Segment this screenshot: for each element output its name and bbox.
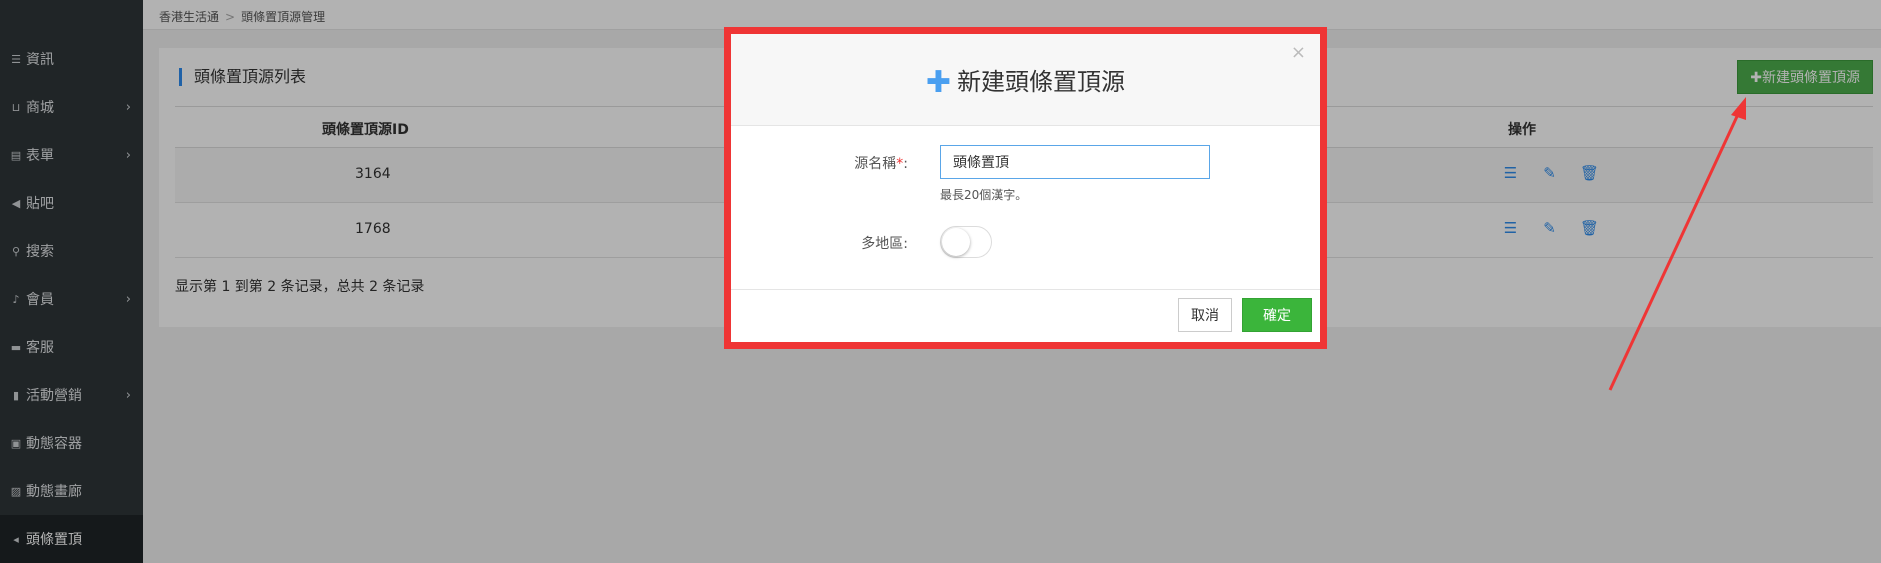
modal-header: ✚ 新建頭條置頂源 × (731, 34, 1320, 126)
modal-title-text: 新建頭條置頂源 (957, 68, 1126, 96)
close-icon[interactable]: × (1291, 42, 1306, 63)
cancel-button[interactable]: 取消 (1178, 298, 1232, 332)
toggle-knob (942, 228, 970, 256)
modal-title: ✚ 新建頭條置頂源 (731, 62, 1320, 100)
new-source-modal: ✚新建頭條置頂源 × 源名稱*: 最長20個漢字。 多地區: 取消 確定 (724, 27, 1327, 349)
source-name-hint: 最長20個漢字。 (940, 188, 1028, 202)
modal-footer-divider (731, 289, 1320, 290)
multi-region-toggle[interactable] (940, 226, 992, 258)
source-name-input[interactable] (940, 145, 1210, 179)
multi-region-label: 多地區: (861, 236, 908, 252)
source-name-label: 源名稱*: (854, 156, 908, 172)
plus-icon: ✚ (925, 65, 952, 100)
confirm-button[interactable]: 確定 (1242, 298, 1312, 332)
